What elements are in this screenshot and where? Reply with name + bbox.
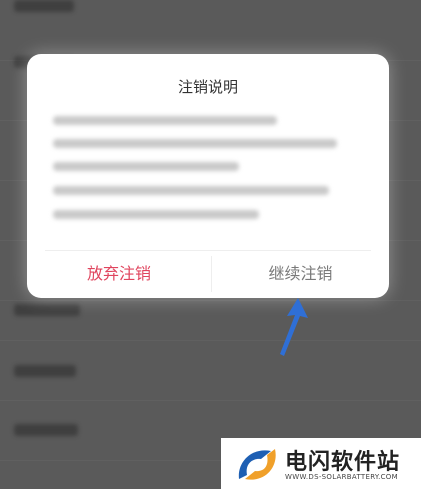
background-row [0,0,421,61]
background-row [0,340,421,401]
abandon-cancellation-button[interactable]: 放弃注销 [27,250,211,298]
site-logo-icon [235,445,279,487]
pointer-arrow-icon [270,296,320,364]
watermark-subtitle: WWW.DS-SOLARBATTERY.COM [285,473,398,481]
cancel-account-dialog: 注销说明 放弃注销 继续注销 [27,54,389,298]
blurred-text-line [53,162,239,171]
watermark-title: 电闪软件站 [285,450,401,475]
blurred-text-line [53,116,277,125]
blurred-text-line [53,210,259,219]
continue-cancellation-button[interactable]: 继续注销 [212,250,389,298]
watermark: 电闪软件站 WWW.DS-SOLARBATTERY.COM [221,438,421,489]
blurred-text-line [53,139,337,148]
dialog-title: 注销说明 [177,78,238,96]
blurred-text-line [53,186,329,195]
